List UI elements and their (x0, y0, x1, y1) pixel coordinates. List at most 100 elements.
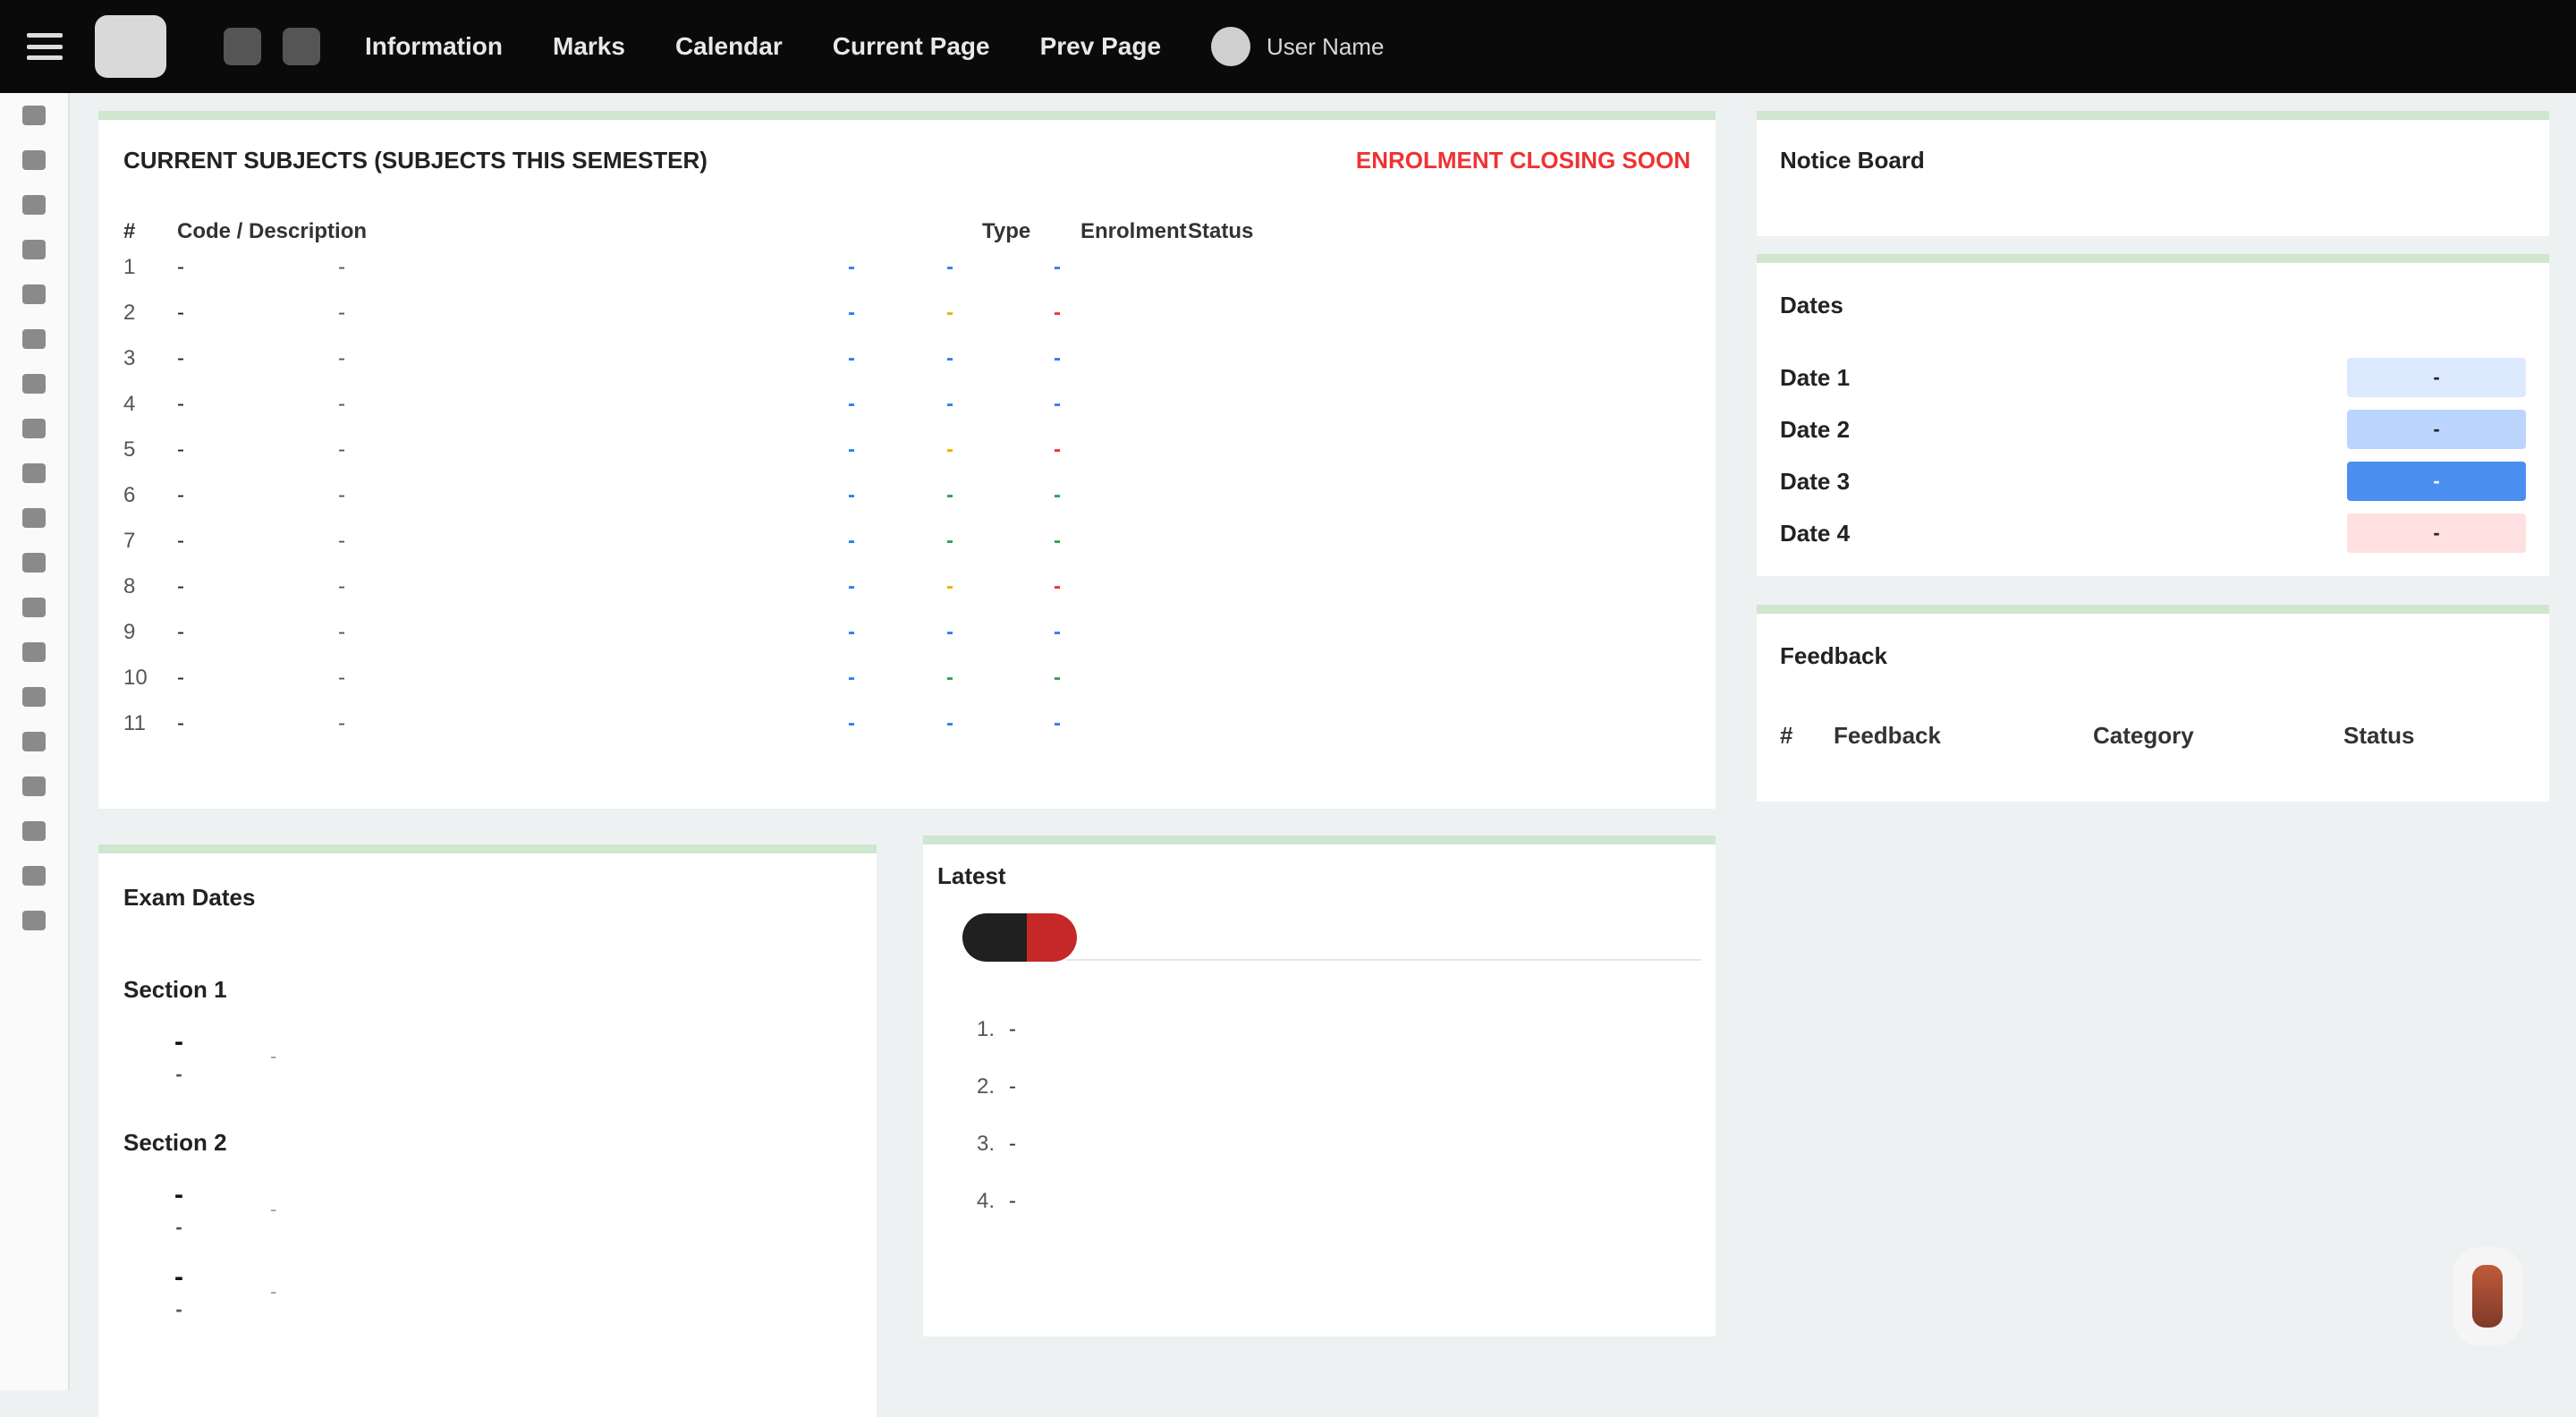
table-row[interactable]: 10- - - - - (123, 655, 1690, 700)
nav-item-4[interactable]: Current Page (833, 32, 990, 61)
subject-enrolment: - (946, 391, 953, 416)
table-row[interactable]: 3----- (123, 335, 1690, 381)
col-status: Status (1188, 219, 1254, 243)
table-row[interactable]: 5----- (123, 427, 1690, 472)
logo[interactable] (95, 15, 179, 78)
col-num: # (123, 219, 136, 243)
subject-code[interactable]: - (177, 666, 338, 691)
rail-icon-19[interactable] (22, 911, 46, 930)
fb-col-feedback: Feedback (1834, 722, 1941, 749)
subject-enrolment: - (946, 619, 953, 644)
subject-description: - (338, 528, 345, 553)
subject-code[interactable]: - (177, 529, 338, 554)
table-row[interactable]: 9----- (123, 609, 1690, 655)
subject-status: - (1054, 437, 1061, 462)
subject-type: - (848, 345, 855, 370)
toggle-right[interactable] (1027, 913, 1077, 962)
toggle-left[interactable] (962, 913, 1027, 962)
subject-code[interactable]: - (177, 255, 338, 280)
exam-item: - - - (123, 1180, 852, 1239)
rail-icon-16[interactable] (22, 776, 46, 796)
rail-icon-10[interactable] (22, 508, 46, 528)
fb-col-num: # (1780, 722, 1793, 749)
nav-item-2[interactable]: Marks (553, 32, 625, 61)
grid-icon[interactable] (283, 28, 320, 65)
rail-icon-1[interactable] (22, 106, 46, 125)
nav-item-5[interactable]: Prev Page (1040, 32, 1161, 61)
feedback-table-header: # Feedback Category Status (1780, 722, 2526, 750)
latest-item-2[interactable]: 2. - (977, 1073, 1665, 1101)
rail-icon-7[interactable] (22, 374, 46, 394)
rail-icon-2[interactable] (22, 150, 46, 170)
rail-icon-13[interactable] (22, 642, 46, 662)
subject-enrolment: - (946, 573, 953, 598)
latest-item-4[interactable]: 4. - (977, 1187, 1665, 1216)
latest-panel: Latest 1. - 2. - 3. - 4. - (923, 836, 1716, 1336)
table-row[interactable]: 11- - - - - (123, 700, 1690, 746)
subject-enrolment: - (946, 437, 953, 462)
table-row[interactable]: 7----- (123, 518, 1690, 564)
date-label: Date 1 (1780, 363, 1851, 391)
date-row-2: Date 2 - (1780, 403, 2526, 455)
divider (1066, 959, 1701, 961)
subject-enrolment: - (946, 482, 953, 507)
subject-status: - (1054, 665, 1061, 690)
subject-code[interactable]: - (177, 574, 338, 599)
rail-icon-5[interactable] (22, 284, 46, 304)
subject-code[interactable]: - (177, 483, 338, 508)
rail-icon-18[interactable] (22, 866, 46, 886)
subject-code[interactable]: - (177, 346, 338, 371)
subject-description: - (338, 619, 345, 644)
menu-icon[interactable] (27, 33, 63, 60)
user-menu[interactable]: User Name (1211, 27, 1385, 66)
rail-icon-15[interactable] (22, 732, 46, 751)
rail-icon-4[interactable] (22, 240, 46, 259)
exam-section-1: Section 1 (123, 976, 227, 1003)
subject-type: - (848, 437, 855, 462)
rail-icon-9[interactable] (22, 463, 46, 483)
subject-status: - (1054, 482, 1061, 507)
table-row[interactable]: 6----- (123, 472, 1690, 518)
rail-icon-6[interactable] (22, 329, 46, 349)
table-row[interactable]: 4----- (123, 381, 1690, 427)
table-row[interactable]: 2----- (123, 290, 1690, 335)
table-row[interactable]: 8----- (123, 564, 1690, 609)
rail-icon-12[interactable] (22, 598, 46, 617)
home-icon[interactable] (224, 28, 261, 65)
rail-icon-11[interactable] (22, 553, 46, 573)
rail-icon-14[interactable] (22, 687, 46, 707)
subject-code[interactable]: - (177, 392, 338, 417)
feedback-title: Feedback (1780, 642, 1887, 669)
rail-icon-8[interactable] (22, 419, 46, 438)
avatar (1211, 27, 1251, 66)
subject-type: - (848, 300, 855, 325)
exam-item: - - - (123, 1027, 852, 1086)
row-number: 5 (123, 437, 136, 462)
subject-type: - (848, 391, 855, 416)
help-assistant-button[interactable] (2453, 1247, 2522, 1345)
view-toggle[interactable] (962, 913, 1077, 962)
subject-status: - (1054, 619, 1061, 644)
table-row[interactable]: 1----- (123, 244, 1690, 290)
date-label: Date 4 (1780, 519, 1851, 547)
subject-code[interactable]: - (177, 620, 338, 645)
subject-code[interactable]: - (177, 301, 338, 326)
date-label: Date 2 (1780, 415, 1851, 443)
subject-status: - (1054, 254, 1061, 279)
date-value: - (2347, 410, 2526, 449)
row-number: 7 (123, 528, 136, 553)
subject-code[interactable]: - (177, 711, 338, 736)
subject-code[interactable]: - (177, 437, 338, 462)
latest-item-3[interactable]: 3. - (977, 1130, 1665, 1158)
rail-icon-17[interactable] (22, 821, 46, 841)
subject-status: - (1054, 528, 1061, 553)
nav-item-3[interactable]: Calendar (675, 32, 783, 61)
latest-item-1[interactable]: 1. - (977, 1015, 1665, 1044)
row-number: 8 (123, 573, 136, 598)
subjects-title: CURRENT SUBJECTS (SUBJECTS THIS SEMESTER… (123, 147, 708, 174)
subject-type: - (848, 710, 855, 735)
subjects-table-body: 1-----2-----3-----4-----5-----6-----7---… (123, 244, 1690, 746)
rail-icon-3[interactable] (22, 195, 46, 215)
nav-item-1[interactable]: Information (365, 32, 503, 61)
subject-status: - (1054, 573, 1061, 598)
